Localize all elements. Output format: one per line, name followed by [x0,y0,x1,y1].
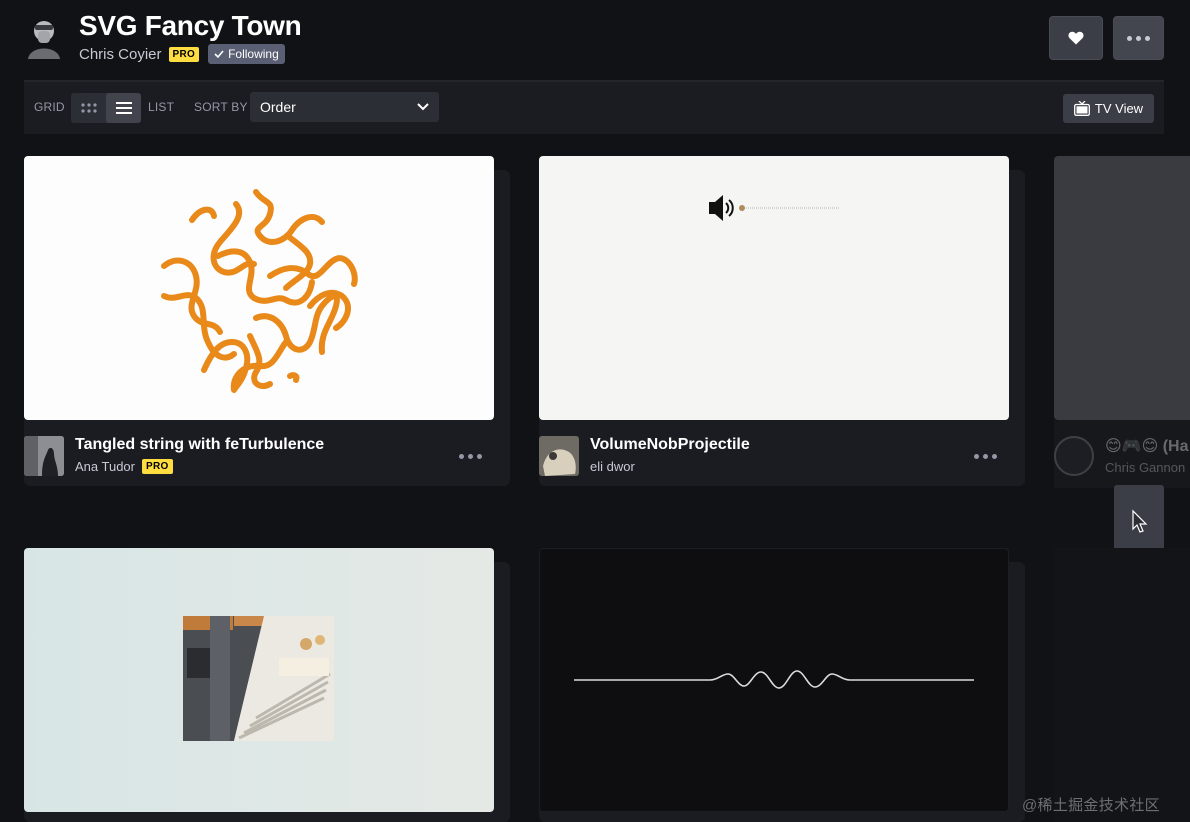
author-avatar[interactable] [1054,436,1094,476]
pen-meta: VolumeNobProjectile eli dwor [539,436,1009,476]
more-dots-icon [1127,35,1150,41]
sort-select[interactable]: Order [250,92,439,122]
list-view-button[interactable] [106,93,141,123]
pen-more-button[interactable] [459,454,482,459]
collection-header: SVG Fancy Town Chris Coyier PRO Followin… [0,0,1190,80]
sort-value: Order [260,99,296,115]
pen-meta: Tangled string with feTurbulence Ana Tud… [24,436,494,476]
collection-title: SVG Fancy Town [79,10,302,41]
pen-title[interactable]: VolumeNobProjectile [590,436,750,454]
heart-button[interactable] [1049,16,1103,60]
pointer-cursor-icon [1132,509,1148,533]
pen-author: Ana Tudor PRO [75,459,173,474]
tv-view-button[interactable]: TV View [1063,94,1154,123]
list-icon [115,102,132,114]
list-label: LIST [148,100,175,114]
author-avatar[interactable] [539,436,579,476]
pen-preview[interactable] [539,548,1009,812]
watermark: @稀土掘金技术社区 [1022,797,1160,814]
tangled-string-preview [161,189,358,393]
pen-preview-partial[interactable] [1054,156,1190,420]
collection-toolbar: GRID LIST SORT BY Order TV View [24,82,1164,134]
pen-author-name[interactable]: Ana Tudor [75,459,135,474]
pro-badge[interactable]: PRO [168,46,200,62]
owner-avatar[interactable] [24,17,64,59]
more-dots-icon [459,454,482,459]
chevron-down-icon [417,103,429,111]
owner-name-link[interactable]: Chris Coyier [79,46,162,63]
check-icon [214,50,224,59]
card-background [1054,548,1190,822]
pen-preview[interactable] [539,156,1009,420]
pen-author: eli dwor [590,459,635,474]
sort-by-label: SORT BY [194,100,248,114]
following-label: Following [228,47,279,61]
pen-title[interactable]: 😊🎮😊 (Ha [1105,436,1189,456]
view-toggle [71,93,141,123]
grid-label: GRID [34,100,65,114]
pen-preview[interactable] [24,156,494,420]
following-button[interactable]: Following [208,44,285,64]
more-options-button[interactable] [1113,16,1164,60]
grid-view-button[interactable] [71,93,106,123]
pen-more-button[interactable] [974,454,997,459]
more-dots-icon [974,454,997,459]
tv-icon [1073,101,1090,116]
heart-icon [1068,31,1084,45]
author-avatar[interactable] [24,436,64,476]
pro-badge[interactable]: PRO [142,459,173,474]
pen-author-name[interactable]: eli dwor [590,459,635,474]
volume-knob-preview [709,195,839,221]
pen-author-name[interactable]: Chris Gannon [1105,460,1185,475]
pen-title[interactable]: Tangled string with feTurbulence [75,436,324,454]
grid-icon [80,103,97,113]
tv-view-label: TV View [1094,101,1144,116]
owner-row: Chris Coyier PRO Following [79,44,285,64]
photo-transition-preview [183,616,334,741]
pen-preview[interactable] [24,548,494,812]
wave-line-preview [574,670,974,689]
